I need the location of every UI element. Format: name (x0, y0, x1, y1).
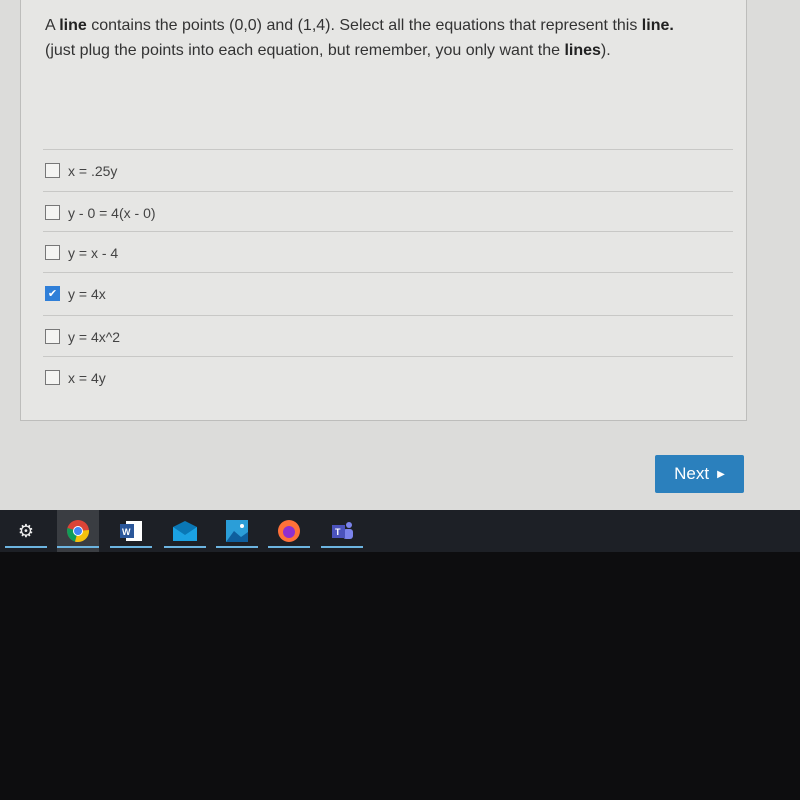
word-icon[interactable]: W (110, 510, 152, 552)
text: lines (564, 42, 601, 59)
option-label: x = 4y (68, 369, 106, 386)
next-label: Next (674, 464, 710, 483)
checkbox[interactable]: ✔ (45, 286, 60, 301)
option-label: y - 0 = 4(x - 0) (68, 204, 156, 221)
settings-icon[interactable]: ⚙ (5, 510, 47, 552)
question-text: A line contains the points (0,0) and (1,… (45, 13, 745, 63)
question-card: A line contains the points (0,0) and (1,… (20, 0, 747, 421)
chrome-icon[interactable] (57, 510, 99, 552)
text: line (59, 17, 87, 34)
text: (just plug the points into each equation… (45, 42, 565, 59)
caret-right-icon: ▶ (717, 468, 725, 480)
text: A (45, 17, 60, 34)
answer-option[interactable]: y = x - 4 (43, 231, 733, 273)
checkbox[interactable] (45, 205, 60, 220)
text: ). (600, 42, 611, 59)
browser-viewport: A line contains the points (0,0) and (1,… (0, 0, 800, 510)
answer-option[interactable]: x = 4y (43, 356, 733, 398)
photos-icon[interactable] (216, 510, 258, 552)
checkbox[interactable] (45, 245, 60, 260)
checkbox[interactable] (45, 370, 60, 385)
taskbar: ⚙ W T (0, 510, 800, 552)
answer-option[interactable]: x = .25y (43, 149, 733, 191)
option-label: y = x - 4 (68, 244, 119, 261)
svg-text:T: T (335, 527, 341, 537)
mail-icon[interactable] (164, 510, 206, 552)
firefox-icon[interactable] (268, 510, 310, 552)
svg-text:W: W (122, 527, 131, 537)
checkbox[interactable] (45, 163, 60, 178)
text: contains the points (0,0) and (1,4). Sel… (86, 17, 642, 34)
answer-option[interactable]: y = 4x^2 (43, 315, 733, 357)
checkbox[interactable] (45, 329, 60, 344)
answer-option[interactable]: ✔ y = 4x (43, 272, 733, 314)
next-button[interactable]: Next ▶ (655, 455, 744, 493)
teams-icon[interactable]: T (321, 510, 363, 552)
option-label: y = 4x (68, 285, 106, 302)
answer-option[interactable]: y - 0 = 4(x - 0) (43, 191, 733, 233)
option-label: y = 4x^2 (68, 328, 121, 345)
option-label: x = .25y (68, 162, 118, 179)
text: line. (641, 17, 674, 34)
